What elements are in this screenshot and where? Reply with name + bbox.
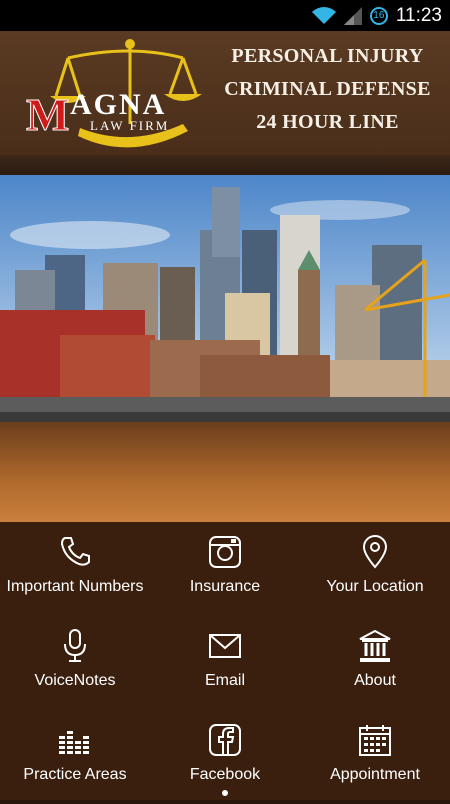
menu-item-practice-areas[interactable]: Practice Areas bbox=[0, 710, 150, 804]
tagline-line-3: 24 HOUR LINE bbox=[256, 111, 399, 133]
facebook-icon bbox=[209, 724, 241, 756]
menu-label: VoiceNotes bbox=[34, 672, 116, 689]
menu-item-email[interactable]: Email bbox=[150, 616, 300, 710]
logo-letter: M bbox=[26, 89, 69, 140]
header-tagline: PERSONAL INJURY CRIMINAL DEFENSE 24 HOUR… bbox=[215, 40, 440, 139]
header-divider bbox=[0, 155, 450, 175]
menu-grid: Important Numbers Insurance Your Locatio… bbox=[0, 522, 450, 800]
logo-wordmark: AGNA bbox=[70, 88, 166, 121]
page-indicator-dot[interactable] bbox=[222, 790, 228, 796]
phone-icon bbox=[60, 537, 90, 566]
microphone-icon bbox=[64, 629, 86, 662]
menu-label: Insurance bbox=[189, 578, 261, 595]
menu-label: Facebook bbox=[189, 766, 261, 783]
envelope-icon bbox=[209, 634, 241, 658]
tagline-line-1: PERSONAL INJURY bbox=[231, 45, 424, 67]
menu-label: About bbox=[354, 672, 396, 689]
menu-item-insurance[interactable]: Insurance bbox=[150, 522, 300, 616]
signal-icon bbox=[343, 6, 362, 25]
notification-badge: 16 bbox=[369, 6, 388, 25]
menu-label: Appointment bbox=[330, 766, 420, 783]
hero-frame bbox=[0, 412, 450, 422]
calendar-icon bbox=[359, 725, 391, 756]
main-menu: Important Numbers Insurance Your Locatio… bbox=[0, 522, 450, 800]
status-bar: 16 11:23 bbox=[0, 0, 450, 31]
wifi-icon bbox=[311, 6, 336, 24]
equalizer-icon bbox=[59, 731, 89, 754]
courthouse-icon bbox=[359, 629, 391, 662]
location-pin-icon bbox=[362, 535, 388, 569]
status-icons: 16 11:23 bbox=[311, 0, 442, 31]
menu-item-voicenotes[interactable]: VoiceNotes bbox=[0, 616, 150, 710]
menu-item-appointment[interactable]: Appointment bbox=[300, 710, 450, 804]
clock: 11:23 bbox=[395, 4, 442, 26]
logo-subtext: LAW FIRM bbox=[90, 118, 169, 133]
menu-item-important-numbers[interactable]: Important Numbers bbox=[0, 522, 150, 616]
city-skyline-image bbox=[0, 175, 450, 413]
menu-label: Email bbox=[204, 672, 245, 689]
camera-icon bbox=[209, 536, 241, 568]
tagline-line-2: CRIMINAL DEFENSE bbox=[224, 78, 431, 100]
menu-item-your-location[interactable]: Your Location bbox=[300, 522, 450, 616]
magna-logo: M AGNA LAW FIRM bbox=[26, 39, 202, 148]
menu-item-about[interactable]: About bbox=[300, 616, 450, 710]
menu-label: Practice Areas bbox=[23, 766, 127, 783]
menu-label: Important Numbers bbox=[6, 578, 144, 595]
decorative-band bbox=[0, 422, 450, 522]
menu-label: Your Location bbox=[326, 578, 424, 595]
